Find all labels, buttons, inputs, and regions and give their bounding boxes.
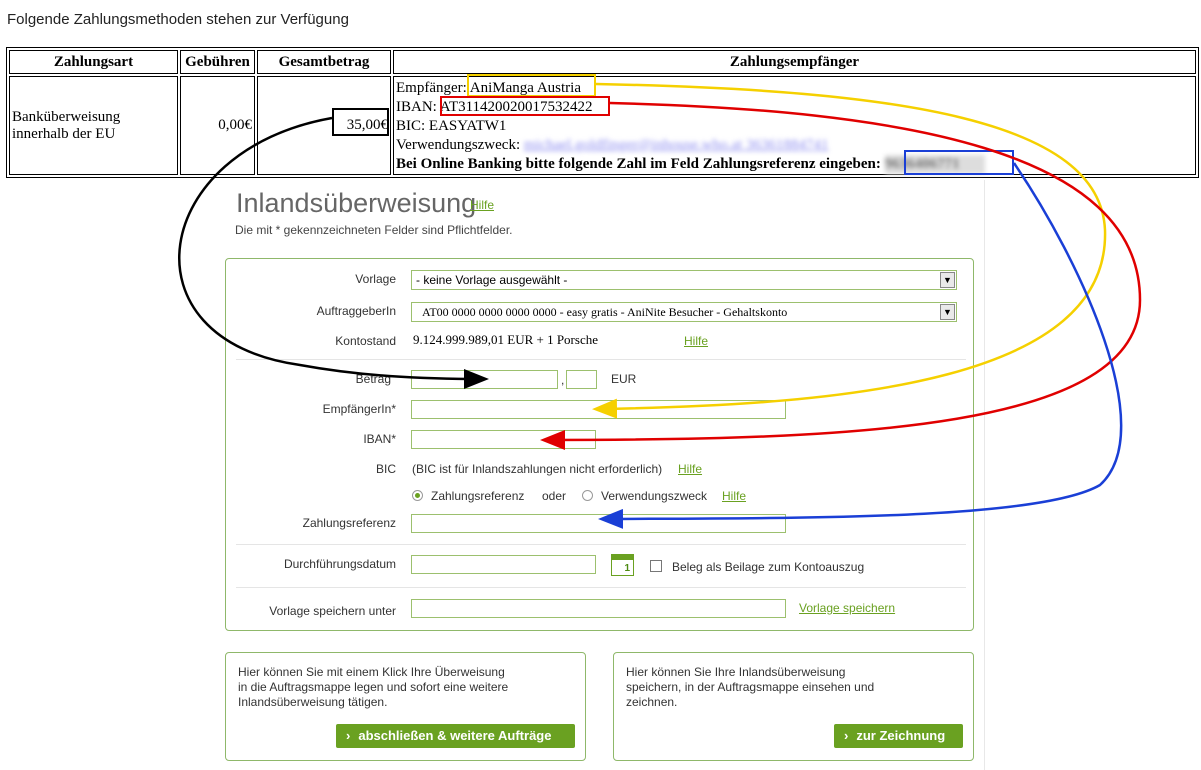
- auftraggeber-label: AuftraggeberIn: [316, 304, 396, 318]
- betrag-label: Betrag: [355, 372, 391, 386]
- chevron-right-icon: ›: [346, 728, 351, 743]
- header-zahlungsart: Zahlungsart: [9, 50, 178, 74]
- page-heading: Folgende Zahlungsmethoden stehen zur Ver…: [7, 11, 349, 28]
- radio-zahlungsreferenz-label: Zahlungsreferenz: [431, 489, 525, 503]
- vorlage-label: Vorlage: [355, 272, 396, 286]
- zahlungsreferenz-input[interactable]: [411, 514, 786, 533]
- chevron-right-icon: ›: [844, 728, 849, 743]
- form-title: Inlandsüberweisung: [236, 188, 477, 218]
- datum-label: Durchführungsdatum: [283, 557, 396, 571]
- datum-input[interactable]: [411, 555, 596, 574]
- chevron-down-icon[interactable]: ▼: [940, 272, 955, 288]
- zur-zeichnung-button[interactable]: › zur Zeichnung: [834, 724, 963, 748]
- kontostand-value: 9.124.999.989,01 EUR + 1 Porsche: [413, 332, 598, 347]
- vorlage-speichern-label: Vorlage speichern unter: [269, 604, 396, 618]
- auftraggeber-select[interactable]: AT00 0000 0000 0000 0000 - easy gratis -…: [411, 302, 957, 322]
- auftraggeber-select-value: AT00 0000 0000 0000 0000 - easy gratis -…: [422, 305, 788, 319]
- empfaenger-input[interactable]: [411, 400, 786, 419]
- zur-zeichnung-button-label: zur Zeichnung: [856, 728, 946, 743]
- header-gebuehren: Gebühren: [180, 50, 255, 74]
- betrag-separator: ,: [561, 373, 565, 387]
- bic-line: BIC: EASYATW1: [396, 118, 507, 134]
- bic-note: (BIC ist für Inlandszahlungen nicht erfo…: [412, 462, 663, 476]
- abschliessen-button[interactable]: › abschließen & weitere Aufträge: [336, 724, 575, 748]
- info-text-abschliessen: Hier können Sie mit einem Klick Ihre Übe…: [238, 665, 509, 709]
- verwendungszweck-value[interactable]: michael.goldfinger@inhouse.who.at 363618…: [524, 137, 829, 153]
- iban-label: IBAN:: [396, 99, 437, 115]
- betrag-euro-input[interactable]: [411, 370, 558, 389]
- fee-cell: 0,00€: [180, 76, 255, 175]
- vorlage-select-value: - keine Vorlage ausgewählt -: [416, 273, 568, 287]
- radio-verwendungszweck[interactable]: [582, 490, 593, 501]
- title-help-link[interactable]: Hilfe: [470, 198, 494, 212]
- vorlage-speichern-link[interactable]: Vorlage speichern: [799, 601, 895, 615]
- abschliessen-button-label: abschließen & weitere Aufträge: [358, 728, 552, 743]
- zahlungsreferenz-prompt: Bei Online Banking bitte folgende Zahl i…: [396, 156, 881, 172]
- divider: [236, 587, 966, 588]
- header-gesamtbetrag: Gesamtbetrag: [257, 50, 391, 74]
- radio-verwendungszweck-label: Verwendungszweck: [601, 489, 708, 503]
- iban-input[interactable]: [411, 430, 596, 449]
- reference-highlight-box: [904, 150, 1014, 175]
- info-text-zeichnung: Hier können Sie Ihre Inlandsüberweisung …: [626, 665, 875, 709]
- divider: [236, 544, 966, 545]
- total-highlight-box: [332, 108, 389, 136]
- divider: [236, 359, 966, 360]
- radio-zahlungsreferenz[interactable]: [412, 490, 423, 501]
- bic-label: BIC: [375, 462, 396, 476]
- recipient-highlight-box: [467, 74, 596, 97]
- table-row: Banküberweisung innerhalb der EU 0,00€ 3…: [9, 76, 1196, 175]
- calendar-icon-number: 1: [624, 563, 630, 574]
- zahlungsreferenz-label: Zahlungsreferenz: [302, 516, 396, 530]
- empfaenger-label: EmpfängerIn*: [322, 402, 396, 416]
- kontostand-help-link[interactable]: Hilfe: [684, 334, 708, 348]
- verwendungszweck-label: Verwendungszweck:: [396, 137, 521, 153]
- vorlage-speichern-input[interactable]: [411, 599, 786, 618]
- iban-field-label: IBAN*: [363, 432, 396, 446]
- betrag-currency: EUR: [611, 372, 637, 386]
- betrag-cent-input[interactable]: [566, 370, 597, 389]
- radio-help-link[interactable]: Hilfe: [722, 489, 746, 503]
- beilage-checkbox[interactable]: [650, 560, 662, 572]
- chevron-down-icon[interactable]: ▼: [940, 304, 955, 320]
- iban-highlight-box: [440, 96, 610, 116]
- calendar-icon[interactable]: 1: [611, 554, 634, 576]
- vorlage-select[interactable]: - keine Vorlage ausgewählt - ▼: [411, 270, 957, 290]
- recipient-label: Empfänger:: [396, 80, 467, 96]
- kontostand-label: Kontostand: [335, 334, 396, 348]
- header-zahlungsempfaenger: Zahlungsempfänger: [393, 50, 1196, 74]
- radio-oder-text: oder: [542, 489, 567, 503]
- required-fields-note: Die mit * gekennzeichneten Felder sind P…: [235, 223, 513, 237]
- bic-help-link[interactable]: Hilfe: [678, 462, 702, 476]
- beilage-label: Beleg als Beilage zum Kontoauszug: [672, 560, 865, 574]
- payment-method-cell: Banküberweisung innerhalb der EU: [9, 76, 178, 175]
